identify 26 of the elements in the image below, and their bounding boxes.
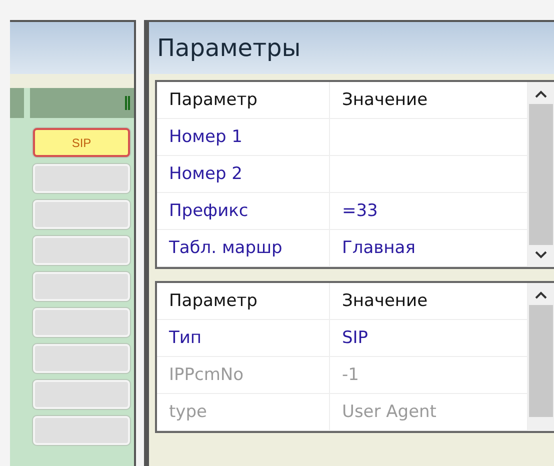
slot-button[interactable]: SIP [33,128,130,157]
slot-button[interactable] [33,200,130,229]
slot-button[interactable] [33,236,130,265]
panel-title: Параметры [149,22,554,74]
parameter-name-cell: Префикс [157,193,330,230]
parameter-name-cell: Номер 1 [157,119,330,156]
scroll-up-icon[interactable] [535,291,547,299]
parameter-name-cell: Тип [157,320,330,357]
slot-button[interactable] [33,416,130,445]
parameter-name-cell: IPPcmNo [157,357,330,394]
slot-button[interactable] [33,272,130,301]
parameter-name-cell: type [157,394,330,431]
scrollbar[interactable] [528,283,554,431]
column-header[interactable]: Параметр [157,82,330,119]
slot-button[interactable] [33,308,130,337]
slot-button[interactable] [33,164,130,193]
scroll-down-icon[interactable] [535,251,547,259]
slot-button[interactable] [33,380,130,409]
bar-mark-icon [125,96,130,110]
scroll-up-icon[interactable] [535,90,547,98]
parameter-name-cell: Номер 2 [157,156,330,193]
parameter-name-cell: Табл. маршр [157,230,330,267]
column-header [10,88,24,118]
column-header[interactable]: Параметр [157,283,330,320]
scrollbar[interactable] [528,82,554,267]
slot-button[interactable] [33,344,130,373]
